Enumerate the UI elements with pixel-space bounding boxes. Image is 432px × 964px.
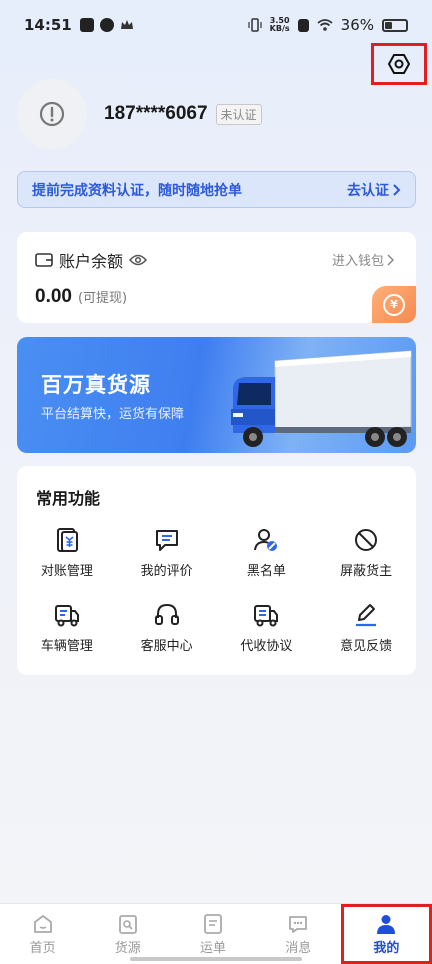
tab-label: 消息 <box>285 940 312 956</box>
withdrawable-note: (可提现) <box>77 291 128 306</box>
functions-grid: 对账管理 我的评价 黑名单 屏蔽货主 车辆管理 客服中心 代收协议 意见反馈 <box>17 526 416 654</box>
tab-waybill[interactable]: 运单 <box>170 904 255 964</box>
user-icon <box>377 914 396 934</box>
func-block-shipper[interactable]: 屏蔽货主 <box>316 526 416 579</box>
balance-amount: 0.00 <box>35 286 72 307</box>
home-icon <box>33 914 52 933</box>
verify-status-badge: 未认证 <box>215 103 262 125</box>
func-label: 客服中心 <box>140 639 193 654</box>
wifi-icon <box>317 19 333 31</box>
yuan-coin-icon: ¥ <box>383 293 405 316</box>
go-verify-label: 去认证 <box>347 182 389 199</box>
home-indicator[interactable] <box>130 957 302 961</box>
phone-number: 187****6067 <box>104 103 208 124</box>
status-right: 3.50 KB/s 36% <box>248 16 408 34</box>
func-label: 黑名单 <box>246 564 286 579</box>
agreement-icon <box>254 605 279 627</box>
banner-slogan: 百万真货源 <box>41 373 151 397</box>
func-label: 我的评价 <box>140 564 193 579</box>
tab-home[interactable]: 首页 <box>0 904 85 964</box>
edit-pen-icon <box>356 604 377 627</box>
banner-subtitle: 平台结算快，运货有保障 <box>41 407 185 422</box>
status-bar: 14:51 3.50 KB/s 36% <box>0 0 432 50</box>
block-icon <box>355 529 378 551</box>
waybill-icon <box>204 913 222 934</box>
promo-banner[interactable]: 百万真货源 平台结算快，运货有保障 <box>17 337 416 453</box>
tab-cargo[interactable]: 货源 <box>85 904 170 964</box>
settings-button[interactable] <box>371 43 427 85</box>
func-ledger-management[interactable]: 对账管理 <box>17 526 117 579</box>
alert-icon <box>39 101 65 127</box>
app-notification-icon <box>99 18 114 32</box>
headset-icon <box>154 603 179 625</box>
net-speed: 3.50 KB/s <box>269 16 290 33</box>
bottom-tab-bar: 首页 货源 运单 消息 我的 <box>0 903 432 964</box>
eye-icon[interactable] <box>129 254 148 266</box>
func-vehicle-management[interactable]: 车辆管理 <box>17 601 117 654</box>
comment-icon <box>155 530 178 551</box>
func-blacklist[interactable]: 黑名单 <box>217 526 317 579</box>
functions-title: 常用功能 <box>36 489 101 508</box>
tab-mine[interactable]: 我的 <box>340 904 432 964</box>
tab-label: 我的 <box>373 940 400 956</box>
func-feedback[interactable]: 意见反馈 <box>316 601 416 654</box>
func-label: 意见反馈 <box>340 639 393 654</box>
balance-amount-row: 0.00 (可提现) <box>35 286 127 308</box>
func-my-reviews[interactable]: 我的评价 <box>117 526 217 579</box>
truck-icon <box>54 605 79 627</box>
notification-icons <box>79 18 134 32</box>
common-functions-card: 常用功能 对账管理 我的评价 黑名单 屏蔽货主 车辆管理 客服中心 代收协议 意… <box>17 466 416 675</box>
enter-wallet-label: 进入钱包 <box>331 254 384 269</box>
enter-wallet-link[interactable]: 进入钱包 <box>332 250 394 269</box>
truck-illustration <box>231 350 412 447</box>
coin-tab[interactable]: ¥ <box>372 286 416 323</box>
func-customer-service[interactable]: 客服中心 <box>117 601 217 654</box>
battery-percent: 36% <box>340 16 374 34</box>
func-label: 屏蔽货主 <box>340 564 393 579</box>
message-icon <box>289 915 308 933</box>
func-collection-agreement[interactable]: 代收协议 <box>217 601 317 654</box>
battery-fill <box>385 21 392 29</box>
status-time: 14:51 <box>24 16 72 34</box>
go-verify-link[interactable]: 去认证 <box>347 180 401 200</box>
crown-icon <box>120 20 133 29</box>
profile-header[interactable]: 187****6067 未认证 <box>17 79 262 149</box>
blacklist-user-icon <box>254 529 278 551</box>
tiktok-icon <box>79 18 94 32</box>
sim-off-icon <box>297 18 309 32</box>
battery-icon <box>382 18 408 32</box>
wallet-card: 账户余额 进入钱包 0.00 (可提现) ¥ <box>17 232 416 323</box>
chevron-right-icon <box>393 183 401 196</box>
ledger-icon <box>56 528 78 552</box>
avatar[interactable] <box>17 79 87 149</box>
tab-messages[interactable]: 消息 <box>256 904 341 964</box>
notice-text: 提前完成资料认证，随时随地抢单 <box>32 182 242 199</box>
tab-label: 货源 <box>114 940 141 956</box>
settings-hexagon-icon <box>387 54 411 74</box>
balance-title: 账户余额 <box>59 252 124 271</box>
vibrate-icon <box>248 18 262 32</box>
wallet-icon <box>35 253 53 267</box>
tab-label: 运单 <box>200 940 227 956</box>
chevron-right-icon <box>387 253 394 266</box>
func-label: 车辆管理 <box>40 639 93 654</box>
verification-notice[interactable]: 提前完成资料认证，随时随地抢单 去认证 <box>17 171 416 208</box>
balance-title-row: 账户余额 <box>35 248 148 272</box>
cargo-search-icon <box>118 914 137 934</box>
func-label: 对账管理 <box>40 564 93 579</box>
func-label: 代收协议 <box>240 639 293 654</box>
tab-label: 首页 <box>29 940 56 956</box>
